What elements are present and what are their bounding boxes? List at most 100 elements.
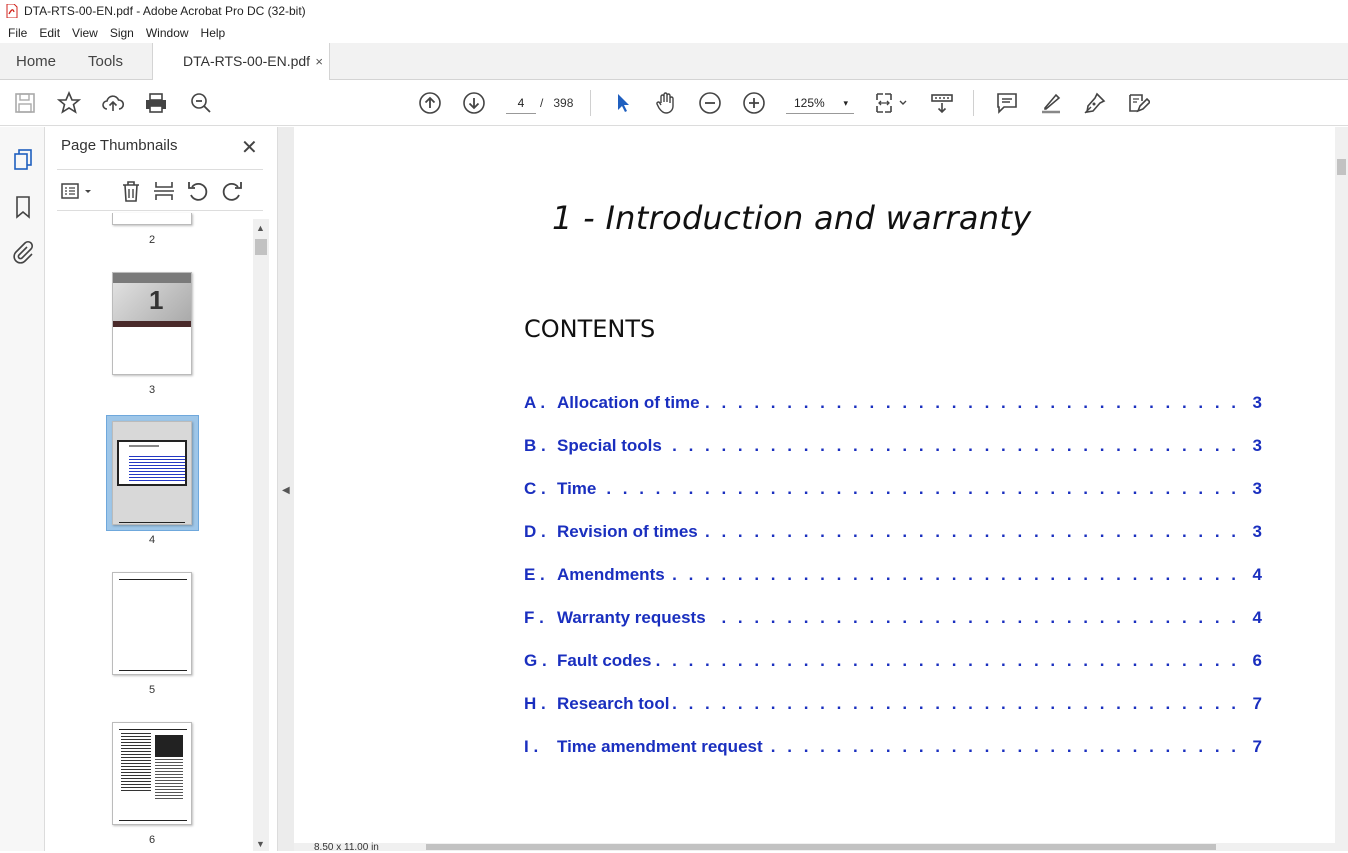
scrollbar-thumb[interactable] [1337, 159, 1346, 175]
zoom-in-icon[interactable] [741, 90, 767, 116]
acrobat-logo-icon [6, 4, 18, 18]
page-label-4: 4 [148, 534, 156, 546]
toc-title: Allocation of time [557, 393, 704, 413]
comment-icon[interactable] [994, 90, 1020, 116]
page-thumbnail-3[interactable]: 1 [112, 272, 192, 375]
thumbnail-toolbar [57, 169, 263, 211]
tab-document-label: DTA-RTS-00-EN.pdf [183, 53, 311, 69]
page-thumbnail-5[interactable] [112, 572, 192, 675]
menu-file[interactable]: File [2, 26, 33, 40]
panel-splitter[interactable]: ◀ [277, 127, 294, 851]
scroll-up-icon[interactable]: ▲ [256, 223, 265, 233]
toc-entry[interactable]: A .. . . . . . . . . . . . . . . . . . .… [524, 393, 1262, 417]
scrollbar-thumb[interactable] [255, 239, 267, 255]
tab-bar: Home Tools DTA-RTS-00-EN.pdf × [0, 43, 1348, 81]
page-total: / 398 [540, 92, 573, 114]
toc-letter: G . [524, 651, 547, 670]
toc-title: Special tools [557, 436, 666, 456]
toc-entry[interactable]: D .. . . . . . . . . . . . . . . . . . .… [524, 522, 1262, 546]
bookmark-star-icon[interactable] [56, 90, 82, 116]
print-icon[interactable] [143, 90, 169, 116]
collapse-panel-icon[interactable]: ◀ [282, 485, 290, 496]
hand-tool-icon[interactable] [653, 90, 679, 116]
toc-letter: H . [524, 694, 546, 713]
highlight-pen-icon[interactable] [1038, 90, 1064, 116]
menu-view[interactable]: View [66, 26, 104, 40]
window-title: DTA-RTS-00-EN.pdf - Adobe Acrobat Pro DC… [24, 4, 306, 18]
toc-entry[interactable]: C . . . . . . . . . . . . . . . . . . . .… [524, 479, 1262, 503]
total-pages: 398 [553, 96, 574, 110]
toc-page: 3 [1248, 479, 1262, 499]
toc-letter: D . [524, 522, 546, 541]
previous-page-icon[interactable] [417, 90, 443, 116]
toc-entry[interactable]: E .. . . . . . . . . . . . . . . . . . .… [524, 565, 1262, 589]
zoom-out-icon[interactable] [697, 90, 723, 116]
document-horizontal-scrollbar[interactable] [294, 843, 1335, 851]
attachments-paperclip-icon[interactable] [11, 240, 35, 264]
panel-title: Page Thumbnails [61, 137, 178, 154]
chapter-title: 1 - Introduction and warranty [552, 199, 1032, 237]
toc-entry[interactable]: G . . . . . . . . . . . . . . . . . . . .… [524, 651, 1262, 675]
left-navigation-rail [0, 127, 45, 851]
bookmarks-icon[interactable] [11, 195, 35, 219]
toc-entry[interactable]: H .. . . . . . . . . . . . . . . . . . .… [524, 694, 1262, 718]
toc-page: 3 [1248, 393, 1262, 413]
page-size-label: 8.50 x 11.00 in [314, 842, 379, 853]
menu-window[interactable]: Window [140, 26, 195, 40]
save-icon[interactable] [12, 90, 38, 116]
toc-dot-leader: . . . . . . . . . . . . . . . . . . . . … [557, 479, 1246, 498]
zoom-level-value: 125% [794, 96, 825, 110]
thumbnail-options-icon[interactable] [59, 179, 95, 203]
close-tab-icon[interactable]: × [315, 43, 323, 80]
document-vertical-scrollbar[interactable] [1335, 127, 1348, 851]
toc-page: 7 [1248, 737, 1262, 757]
menu-help[interactable]: Help [195, 26, 232, 40]
toc-entry[interactable]: I .. . . . . . . . . . . . . . . . . . .… [524, 737, 1262, 761]
page-label-3: 3 [148, 384, 156, 396]
next-page-icon[interactable] [461, 90, 487, 116]
contents-heading: CONTENTS [524, 315, 656, 343]
page-fit-icon[interactable] [874, 90, 910, 116]
rotate-counterclockwise-icon[interactable] [186, 179, 210, 203]
zoom-level-select[interactable]: 125% ▾ [786, 92, 854, 114]
toc-page: 4 [1248, 608, 1262, 628]
document-view: 1 - Introduction and warranty CONTENTS A… [294, 127, 1335, 851]
close-panel-icon[interactable]: ✕ [241, 135, 258, 160]
page-label-2: 2 [148, 234, 156, 246]
toc-entry[interactable]: F .. . . . . . . . . . . . . . . . . . .… [524, 608, 1262, 632]
sign-pen-icon[interactable] [1082, 90, 1108, 116]
select-cursor-icon[interactable] [609, 90, 635, 116]
toc-letter: C . [524, 479, 546, 498]
toc-page: 7 [1248, 694, 1262, 714]
insert-page-icon[interactable] [152, 179, 176, 203]
tab-home[interactable]: Home [16, 43, 56, 80]
toc-page: 6 [1248, 651, 1262, 671]
upload-cloud-icon[interactable] [100, 90, 126, 116]
page-thumbnail-6[interactable] [112, 722, 192, 825]
toc-letter: I . [524, 737, 539, 756]
menu-edit[interactable]: Edit [33, 26, 66, 40]
fill-sign-icon[interactable] [1125, 90, 1151, 116]
tab-document[interactable]: DTA-RTS-00-EN.pdf × [152, 43, 330, 81]
toc-letter: A . [524, 393, 546, 412]
menu-sign[interactable]: Sign [104, 26, 140, 40]
scroll-down-icon[interactable]: ▼ [256, 839, 265, 849]
page-thumbnail-4[interactable] [112, 421, 192, 525]
toc-title: Fault codes [557, 651, 656, 671]
rotate-clockwise-icon[interactable] [220, 179, 244, 203]
toc-title: Time [557, 479, 601, 499]
toolbar-divider [590, 90, 591, 116]
scrollbar-thumb[interactable] [426, 844, 1216, 850]
page-number-input[interactable]: 4 [506, 92, 536, 114]
search-zoom-icon[interactable] [188, 90, 214, 116]
tab-tools[interactable]: Tools [88, 43, 123, 80]
toc-letter: B . [524, 436, 546, 455]
thumbnail-scrollbar[interactable]: ▲ ▼ [253, 219, 269, 851]
delete-page-icon[interactable] [119, 179, 143, 203]
scroll-mode-icon[interactable] [929, 90, 955, 116]
page-label-6: 6 [148, 834, 156, 846]
main-toolbar: 4 / 398 125% ▾ [0, 80, 1348, 126]
page-thumbnail-2[interactable] [112, 213, 192, 225]
page-thumbnails-icon[interactable] [11, 147, 35, 171]
toc-entry[interactable]: B .. . . . . . . . . . . . . . . . . . .… [524, 436, 1262, 460]
